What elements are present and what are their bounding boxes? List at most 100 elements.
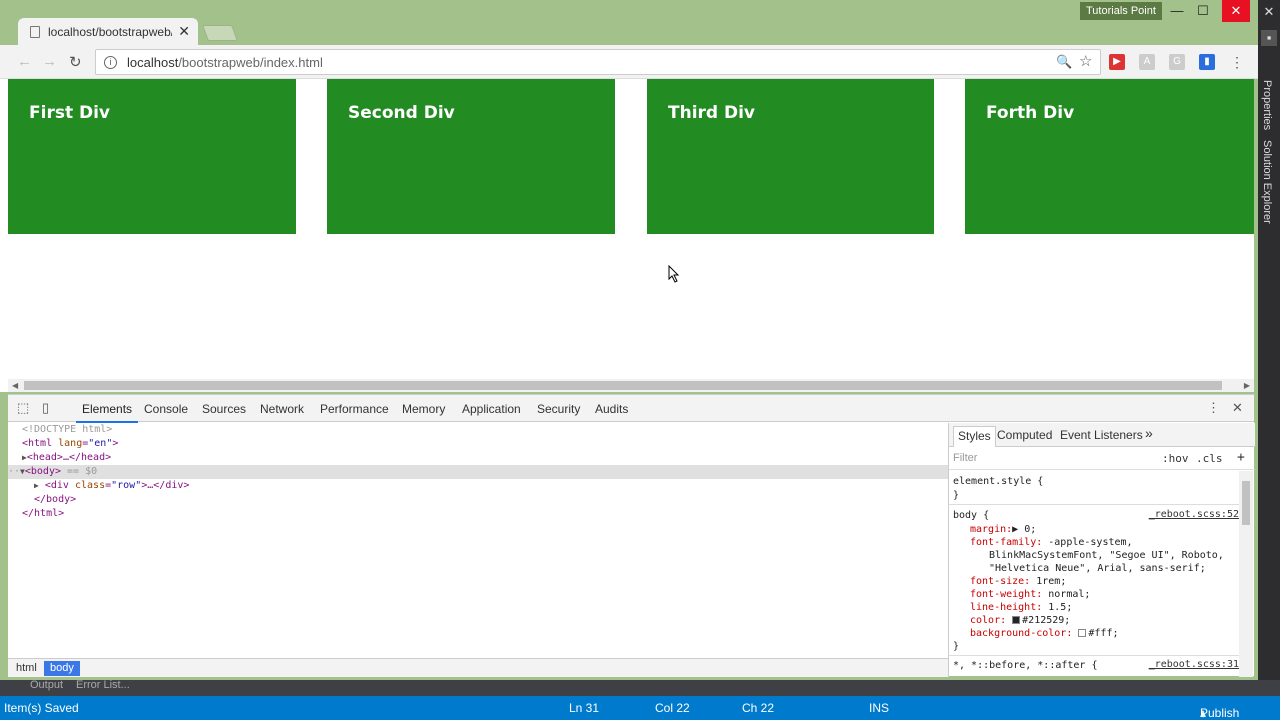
tab-close-icon[interactable]: ✕ — [178, 23, 190, 40]
dom-head[interactable]: ▶<head>…</head> — [8, 451, 948, 465]
close-window-icon[interactable]: ✕ — [1222, 0, 1250, 22]
dock-tab-output[interactable]: Output — [30, 680, 63, 691]
minimize-icon[interactable]: — — [1163, 0, 1191, 22]
vs-close-icon[interactable]: ✕ — [1261, 4, 1277, 20]
vs-pin-icon[interactable]: ▪ — [1261, 30, 1277, 46]
tab-performance[interactable]: Performance — [320, 402, 389, 416]
tab-network[interactable]: Network — [260, 402, 304, 416]
breadcrumb-body[interactable]: body — [44, 661, 80, 676]
scroll-left-icon[interactable]: ◀ — [12, 379, 18, 392]
more-tabs-icon[interactable]: » — [1145, 425, 1153, 441]
third-div-heading: Third Div — [668, 103, 756, 123]
prop-font-size[interactable]: font-size: 1rem; — [970, 575, 1066, 588]
tab-elements[interactable]: Elements — [75, 402, 139, 423]
devtools-menu-icon[interactable]: ⋮ — [1207, 400, 1220, 416]
reload-icon[interactable]: ↻ — [69, 53, 82, 71]
filter-input[interactable]: Filter — [953, 452, 977, 464]
publish-caret-icon: ▴ — [1200, 706, 1207, 720]
prop-font-family-cont1: BlinkMacSystemFont, "Segoe UI", Roboto, — [989, 550, 1224, 561]
hov-toggle[interactable]: :hov — [1162, 452, 1189, 465]
forth-div-heading: Forth Div — [986, 103, 1075, 123]
styles-scrollbar-thumb[interactable] — [1242, 481, 1250, 525]
extension-bookmark-icon[interactable]: ▮ — [1199, 54, 1215, 70]
extension-g-icon[interactable]: G — [1169, 54, 1185, 70]
prop-background-color[interactable]: background-color: #fff; — [970, 627, 1119, 640]
bookmark-star-icon[interactable]: ☆ — [1079, 52, 1092, 70]
prop-font-family[interactable]: font-family: -apple-system, — [970, 536, 1133, 549]
lang-value: "en" — [88, 438, 113, 449]
menu-icon[interactable]: ⋮ — [1229, 54, 1245, 70]
lang-attr: lang — [58, 438, 83, 449]
horizontal-scrollbar[interactable]: ◀ ▶ — [8, 379, 1254, 392]
browser-tab[interactable]: localhost/bootstrapweb/ ✕ — [18, 18, 198, 45]
tab-event-listeners[interactable]: Event Listeners — [1060, 428, 1143, 442]
inspect-icon[interactable]: ⬚ — [17, 400, 29, 416]
prop-font-weight-value: normal; — [1042, 589, 1091, 600]
dom-doctype[interactable]: <!DOCTYPE html> — [8, 423, 948, 437]
new-tab-button[interactable] — [202, 25, 238, 41]
dom-html-close[interactable]: </html> — [8, 507, 948, 521]
maximize-icon[interactable]: ☐ — [1189, 0, 1217, 22]
address-bar[interactable]: i localhost/bootstrapweb/index.html 🔍 ☆ — [95, 49, 1101, 75]
profile-badge[interactable]: Tutorials Point — [1080, 2, 1162, 20]
universal-rule-selector: *, *::before, *::after { — [953, 660, 1098, 671]
first-div: First Div — [8, 79, 296, 234]
tab-memory[interactable]: Memory — [402, 402, 445, 416]
zoom-icon[interactable]: 🔍 — [1056, 54, 1072, 70]
device-toolbar-icon[interactable]: ▯ — [42, 400, 49, 416]
element-style-selector: element.style { — [953, 476, 1044, 487]
styles-scrollbar[interactable] — [1239, 471, 1253, 677]
dom-body[interactable]: ··▼<body> == $0 — [8, 465, 948, 479]
tab-application[interactable]: Application — [462, 402, 521, 416]
prop-font-family-value: -apple-system, — [1042, 537, 1133, 548]
second-div: Second Div — [327, 79, 615, 234]
tab-sources[interactable]: Sources — [202, 402, 246, 416]
info-icon[interactable]: i — [104, 55, 117, 69]
prop-margin[interactable]: margin:▶ 0; — [970, 523, 1036, 536]
expand-div-icon[interactable]: ▶ — [34, 481, 39, 490]
div-tag: <div — [44, 480, 69, 491]
body-selected-marker: == $0 — [61, 466, 98, 477]
breadcrumb: html body — [8, 658, 948, 677]
styles-filter[interactable]: Filter :hov .cls + — [949, 448, 1255, 470]
forward-icon[interactable]: → — [42, 53, 57, 70]
devtools-close-icon[interactable]: ✕ — [1232, 400, 1243, 416]
div-rest: >…</div> — [141, 480, 190, 491]
tab-computed[interactable]: Computed — [997, 428, 1052, 442]
prop-line-height-name: line-height: — [970, 602, 1043, 613]
add-rule-icon[interactable]: + — [1237, 450, 1245, 465]
side-tab-solution-explorer[interactable]: Solution Explorer — [1261, 140, 1273, 224]
dom-html[interactable]: <html lang="en"> — [8, 437, 948, 451]
bg-swatch-icon[interactable] — [1078, 629, 1087, 637]
breadcrumb-html[interactable]: html — [10, 661, 43, 676]
forth-div: Forth Div — [965, 79, 1254, 234]
page-viewport: First Div Second Div Third Div Forth Div… — [0, 79, 1254, 392]
body-rule-close: } — [953, 641, 960, 652]
universal-rule-source-link[interactable]: _reboot.scss:31 — [1149, 659, 1239, 670]
tab-console[interactable]: Console — [144, 402, 188, 416]
prop-font-weight[interactable]: font-weight: normal; — [970, 588, 1090, 601]
prop-font-size-name: font-size: — [970, 576, 1031, 587]
color-swatch-icon[interactable] — [1012, 616, 1021, 624]
styles-pane: Styles Computed Event Listeners » Filter… — [948, 423, 1255, 677]
extension-red-icon[interactable]: ▶ — [1109, 54, 1125, 70]
scroll-right-icon[interactable]: ▶ — [1244, 379, 1250, 392]
dom-div-row[interactable]: ▶ <div class="row">…</div> — [8, 479, 948, 493]
devtools-tab-bar: ⬚ ▯ Elements Console Sources Network Per… — [8, 395, 1254, 423]
body-rule-source-link[interactable]: _reboot.scss:52 — [1149, 509, 1239, 520]
first-div-heading: First Div — [29, 103, 111, 123]
prop-line-height[interactable]: line-height: 1.5; — [970, 601, 1072, 614]
side-tab-properties[interactable]: Properties — [1261, 80, 1273, 130]
html-tag: <html — [22, 438, 53, 449]
back-icon[interactable]: ← — [17, 53, 32, 70]
scrollbar-thumb[interactable] — [24, 381, 1222, 390]
cls-toggle[interactable]: .cls — [1196, 452, 1223, 465]
tab-styles[interactable]: Styles — [953, 426, 996, 447]
extension-pdf-icon[interactable]: A — [1139, 54, 1155, 70]
tab-audits[interactable]: Audits — [595, 402, 628, 416]
rule-divider — [949, 504, 1239, 505]
dock-tab-error-list[interactable]: Error List... — [76, 680, 130, 691]
tab-security[interactable]: Security — [537, 402, 580, 416]
dom-body-close[interactable]: </body> — [8, 493, 948, 507]
prop-color[interactable]: color: #212529; — [970, 614, 1070, 627]
